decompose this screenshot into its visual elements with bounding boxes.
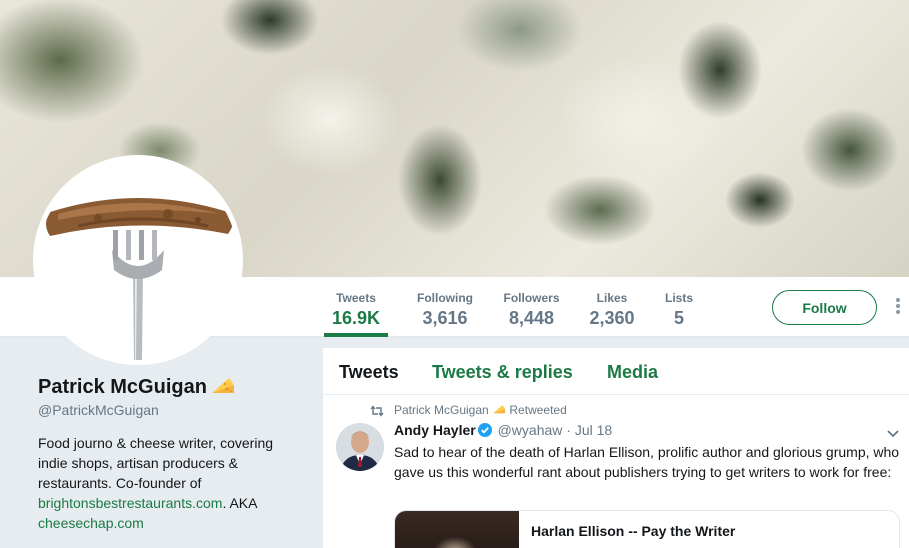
tweet-text: Sad to hear of the death of Harlan Ellis…	[394, 444, 900, 480]
timeline-tabs: Tweets Tweets & replies Media	[323, 348, 909, 395]
tweet-header: Andy Hayler @wyahaw · Jul 18	[394, 422, 612, 440]
tweet-author-name[interactable]: Andy Hayler	[394, 422, 476, 438]
bio-link-cheesechap[interactable]: cheesechap.com	[38, 515, 144, 531]
stat-label: Tweets	[336, 291, 376, 305]
stat-label: Followers	[503, 291, 560, 305]
tweet-date[interactable]: Jul 18	[575, 422, 612, 438]
profile-avatar[interactable]	[33, 155, 243, 365]
profile-handle: @PatrickMcGuigan	[38, 402, 159, 418]
cheese-wedge-icon	[211, 376, 235, 402]
stat-value: 16.9K	[331, 308, 381, 328]
stat-lists[interactable]: Lists 5	[662, 291, 696, 329]
separator-dot: ·	[566, 422, 571, 438]
profile-bio: Food journo & cheese writer, covering in…	[38, 433, 288, 533]
profile-name-text: Patrick McGuigan	[38, 376, 207, 398]
bio-link-website[interactable]: brightonsbestrestaurants.com	[38, 495, 222, 511]
stat-value: 5	[673, 308, 684, 328]
stat-label: Likes	[596, 291, 628, 305]
tab-tweets[interactable]: Tweets	[339, 362, 399, 383]
retweeted-label: Retweeted	[509, 403, 567, 417]
stat-tweets[interactable]: Tweets 16.9K	[324, 291, 388, 337]
profile-name: Patrick McGuigan	[38, 376, 235, 402]
retweet-icon	[370, 404, 384, 422]
card-thumbnail	[395, 511, 519, 548]
retweeter-name[interactable]: Patrick McGuigan	[394, 403, 489, 417]
tab-media[interactable]: Media	[607, 362, 658, 383]
stat-value: 8,448	[508, 308, 555, 328]
stat-value: 2,360	[589, 308, 635, 328]
stat-value: 3,616	[422, 308, 468, 328]
stat-label: Lists	[664, 291, 693, 305]
follow-button[interactable]: Follow	[772, 290, 877, 325]
stat-following[interactable]: Following 3,616	[412, 291, 478, 329]
tab-tweets-replies[interactable]: Tweets & replies	[432, 362, 573, 383]
cheese-wedge-icon	[492, 403, 506, 417]
bio-text: Food journo & cheese writer, covering in…	[38, 435, 274, 491]
card-title: Harlan Ellison -- Pay the Writer	[531, 523, 736, 539]
bio-text-mid: . AKA	[222, 495, 257, 511]
link-card[interactable]: Harlan Ellison -- Pay the Writer	[394, 510, 900, 548]
stat-label: Following	[417, 291, 473, 305]
timeline: Tweets Tweets & replies Media Patrick Mc…	[323, 348, 909, 548]
tweet-author-avatar[interactable]	[336, 423, 384, 471]
profile-sidebar: Patrick McGuigan @PatrickMcGuigan Food j…	[0, 338, 322, 548]
verified-badge-icon	[477, 423, 492, 440]
stat-likes[interactable]: Likes 2,360	[586, 291, 638, 329]
stat-followers[interactable]: Followers 8,448	[500, 291, 563, 329]
more-options-icon[interactable]	[893, 298, 903, 318]
tweet[interactable]: Patrick McGuigan Retweeted Andy Hayler @…	[323, 396, 909, 548]
tweet-author-handle[interactable]: @wyahaw	[498, 422, 563, 438]
retweet-context: Patrick McGuigan Retweeted	[394, 403, 567, 417]
sausage-on-fork-image	[38, 160, 238, 360]
